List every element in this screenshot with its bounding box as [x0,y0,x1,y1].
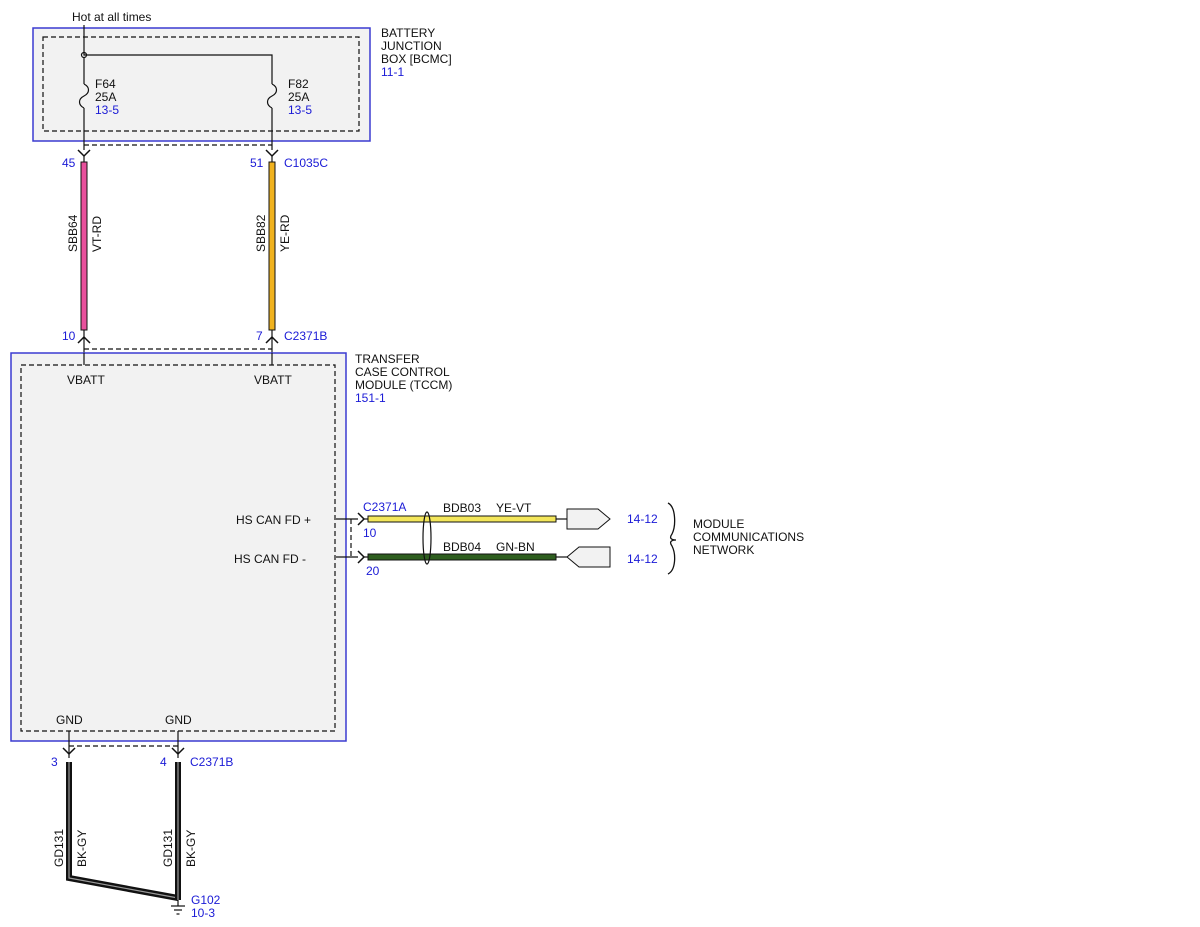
wire-sbb82-color: YE-RD [278,214,292,252]
wire-gd131-a-circuit: GD131 [52,829,66,867]
c1035c-pin-45: 45 [62,156,76,170]
network-offpage-arrow-out[interactable] [566,508,611,530]
c2371b-pin-3: 3 [51,755,58,769]
ground-id[interactable]: G102 [191,893,221,907]
tccm-name-line-2: CASE CONTROL [355,365,450,379]
fuse-f82-ref[interactable]: 13-5 [288,103,312,117]
tccm-name-line-3: MODULE (TCCM) [355,378,452,392]
tccm-pin-gnd-2: GND [165,713,192,727]
network-name-line-3: NETWORK [693,543,754,557]
tccm-ref[interactable]: 151-1 [355,391,386,405]
wire-sbb82-circuit: SBB82 [254,214,268,252]
fuse-f64-rating: 25A [95,90,116,104]
tccm-pin-can-minus: HS CAN FD - [234,552,306,566]
network-offpage-arrow-in[interactable] [566,546,611,568]
tccm-pin-vbatt-2: VBATT [254,373,292,387]
bcmc-name-line-3: BOX [BCMC] [381,52,452,66]
wire-bdb03-color: YE-VT [496,501,532,515]
c2371b-bottom-connector-id[interactable]: C2371B [190,755,233,769]
supply-label: Hot at all times [72,10,151,24]
wire-sbb64 [80,161,88,331]
c2371b-top-connector-id[interactable]: C2371B [284,329,327,343]
c1035c-pin-51: 51 [250,156,264,170]
fuse-f82-id: F82 [288,77,309,91]
c1035c-pin-51-symbol [265,149,279,158]
tccm-name-line-1: TRANSFER [355,352,420,366]
c2371a-pin-20: 20 [366,564,380,578]
wire-gd131-b-color: BK-GY [184,830,198,867]
wire-sbb64-color: VT-RD [90,216,104,252]
tccm-pin-can-plus: HS CAN FD + [236,513,311,527]
bcmc-ref[interactable]: 11-1 [381,65,404,79]
c2371a-pin-20-symbol [357,550,366,564]
bcmc-name-line-1: BATTERY [381,26,435,40]
c2371a-pin-10-symbol [357,512,366,526]
network-brace [667,502,677,575]
wiring-diagram: Hot at all times F64 25A 13-5 F82 25A 13… [10,10,804,920]
fuse-f64-id: F64 [95,77,116,91]
c2371a-connector-id[interactable]: C2371A [363,500,406,514]
ground-icon [171,905,185,915]
c1035c-pin-45-symbol [77,149,91,158]
fuse-f82-rating: 25A [288,90,309,104]
wire-gd131-b-circuit: GD131 [161,829,175,867]
wire-sbb64-circuit: SBB64 [66,214,80,252]
network-ref-2[interactable]: 14-12 [627,552,658,566]
c2371b-pin-4: 4 [160,755,167,769]
network-name-line-2: COMMUNICATIONS [693,530,804,544]
tccm-pin-vbatt-1: VBATT [67,373,105,387]
c2371a-pin-10: 10 [363,526,377,540]
tccm-module-box [10,352,347,742]
wire-bdb03 [367,515,557,523]
wire-bdb04-color: GN-BN [496,540,535,554]
ground-ref[interactable]: 10-3 [191,906,215,920]
network-ref-1[interactable]: 14-12 [627,512,658,526]
wire-gd131-a-color: BK-GY [75,830,89,867]
bcmc-name-line-2: JUNCTION [381,39,442,53]
c2371b-pin-10: 10 [62,329,76,343]
c2371b-pin-7: 7 [256,329,263,343]
network-name-line-1: MODULE [693,517,744,531]
c1035c-connector-id[interactable]: C1035C [284,156,328,170]
wire-sbb82 [268,161,276,331]
wire-bdb03-circuit: BDB03 [443,501,481,515]
wire-bdb04 [367,553,557,561]
wire-bdb04-circuit: BDB04 [443,540,481,554]
fuse-f64-ref[interactable]: 13-5 [95,103,119,117]
tccm-pin-gnd-1: GND [56,713,83,727]
